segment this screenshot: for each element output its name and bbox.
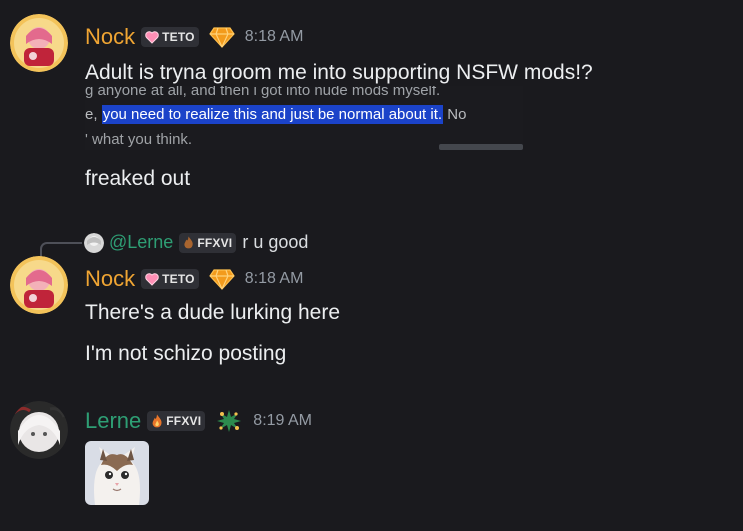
screenshot-line-prefix: e, <box>85 106 102 123</box>
server-tag[interactable]: FFXVI <box>147 411 206 431</box>
timestamp: 8:19 AM <box>253 412 312 429</box>
message-text: freaked out <box>85 167 191 190</box>
flame-icon <box>151 414 163 428</box>
timestamp: 8:18 AM <box>244 28 304 45</box>
message-text: I'm not schizo posting <box>85 342 287 365</box>
heart-icon <box>145 272 159 286</box>
timestamp: 8:18 AM <box>244 270 304 287</box>
message-header: Nock TETO 8:18 AM <box>85 266 303 292</box>
server-tag-label: FFXVI <box>166 414 202 428</box>
flame-icon <box>183 236 194 249</box>
reply-preview-text: r u good <box>242 232 309 252</box>
plant-icon[interactable] <box>215 408 243 434</box>
server-tag[interactable]: FFXVI <box>179 232 237 253</box>
message-header: Lerne FFXVI 8:19 AM <box>85 408 312 434</box>
screenshot-line-suffix: No <box>443 106 467 123</box>
username[interactable]: Nock <box>85 24 135 50</box>
avatar[interactable] <box>10 256 68 314</box>
screenshot-line: ' what you think. <box>85 131 193 148</box>
message-text: There's a dude lurking here <box>85 301 340 324</box>
username[interactable]: Nock <box>85 266 135 292</box>
server-tag[interactable]: TETO <box>141 27 199 47</box>
diamond-icon[interactable] <box>208 26 235 48</box>
reply-username[interactable]: @Lerne <box>109 232 173 253</box>
message-text: Adult is tryna groom me into supporting … <box>85 61 593 84</box>
reply-reference[interactable]: @Lerne FFXVI r u good <box>40 232 309 266</box>
username[interactable]: Lerne <box>85 408 141 434</box>
server-tag-label: TETO <box>162 272 195 286</box>
message-header: Nock TETO 8:18 AM <box>85 24 303 50</box>
screenshot-scrollbar <box>439 144 523 150</box>
server-tag[interactable]: TETO <box>141 269 199 289</box>
heart-icon <box>145 30 159 44</box>
screenshot-line: g anyone at all, and then i got into nud… <box>85 86 441 99</box>
avatar[interactable] <box>10 401 68 459</box>
attached-screenshot[interactable]: g anyone at all, and then i got into nud… <box>85 86 523 150</box>
server-tag-label: TETO <box>162 30 195 44</box>
reply-avatar[interactable] <box>84 232 104 253</box>
server-tag-label: FFXVI <box>197 235 233 250</box>
screenshot-line: e, you need to realize this and just be … <box>85 105 467 124</box>
avatar[interactable] <box>10 14 68 72</box>
cat-image-attachment[interactable] <box>85 441 149 505</box>
highlighted-text: you need to realize this and just be nor… <box>101 105 444 124</box>
diamond-icon[interactable] <box>208 268 235 290</box>
